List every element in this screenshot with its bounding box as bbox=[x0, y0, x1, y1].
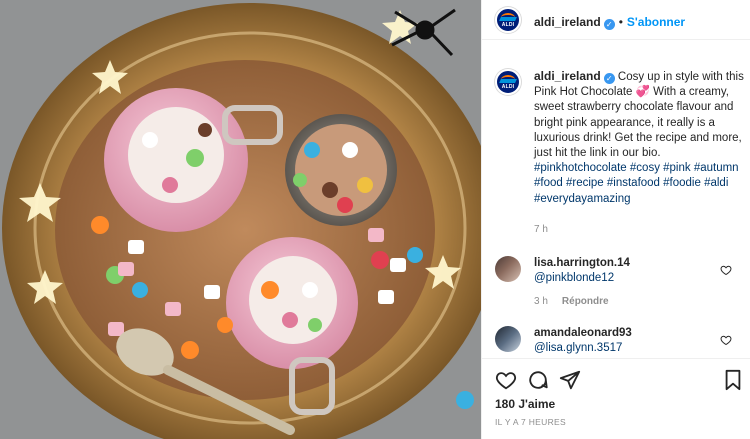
likes-count[interactable]: 180 J'aime bbox=[495, 397, 555, 411]
comment-body: lisa.harrington.14 @pinkblonde12 bbox=[534, 256, 714, 286]
comments-scroll-area[interactable]: ALDI aldi_ireland ✓ Cosy up in style with… bbox=[482, 40, 750, 358]
post-caption: aldi_ireland ✓ Cosy up in style with this… bbox=[534, 69, 744, 207]
follow-button[interactable]: S'abonner bbox=[627, 15, 685, 29]
post-image-illustration bbox=[0, 0, 481, 439]
comment-time: 3 h bbox=[534, 296, 548, 307]
comment-username[interactable]: lisa.harrington.14 bbox=[534, 257, 630, 269]
caption-avatar[interactable]: ALDI bbox=[495, 69, 521, 95]
share-icon[interactable] bbox=[559, 369, 581, 391]
account-username[interactable]: aldi_ireland bbox=[534, 15, 601, 29]
header-separator: • bbox=[618, 15, 623, 29]
heart-icon[interactable] bbox=[495, 369, 517, 391]
aldi-logo-stripe bbox=[499, 79, 517, 83]
aldi-logo-stripe bbox=[499, 17, 517, 21]
comment-mention[interactable]: @lisa.glynn.3517 bbox=[534, 341, 714, 356]
comment-icon[interactable] bbox=[527, 369, 549, 391]
aldi-logo-text: ALDI bbox=[501, 22, 515, 28]
post-sidebar: ALDI aldi_ireland ✓ • S'abonner ALDI aldi_i… bbox=[481, 0, 750, 439]
caption-text: Cosy up in style with this Pink Hot Choc… bbox=[534, 71, 744, 160]
aldi-logo-text: ALDI bbox=[501, 84, 515, 90]
verified-badge-icon: ✓ bbox=[603, 19, 615, 30]
header-row: aldi_ireland ✓ • S'abonner bbox=[534, 13, 685, 31]
comment-like-heart-icon[interactable] bbox=[720, 334, 732, 346]
reply-button[interactable]: Répondre bbox=[562, 296, 609, 307]
post-actions: 180 J'aime IL Y A 7 HEURES bbox=[482, 358, 750, 439]
comment-body: amandaleonard93 @lisa.glynn.3517 bbox=[534, 326, 714, 356]
commenter-avatar[interactable] bbox=[495, 256, 521, 282]
comment-item: lisa.harrington.14 @pinkblonde12 3 h Répo… bbox=[482, 256, 750, 316]
commenter-avatar[interactable] bbox=[495, 326, 521, 352]
comment-meta: 3 h Répondre bbox=[534, 296, 609, 307]
caption-hashtags[interactable]: #pinkhotchocolate #cosy #pink #autumn #f… bbox=[534, 162, 739, 204]
caption-username[interactable]: aldi_ireland bbox=[534, 69, 601, 83]
post-header: ALDI aldi_ireland ✓ • S'abonner bbox=[482, 0, 750, 40]
comment-like-heart-icon[interactable] bbox=[720, 264, 732, 276]
comment-username[interactable]: amandaleonard93 bbox=[534, 327, 632, 339]
verified-badge-icon: ✓ bbox=[603, 73, 615, 84]
comment-item: amandaleonard93 @lisa.glynn.3517 bbox=[482, 326, 750, 358]
account-avatar[interactable]: ALDI bbox=[495, 7, 521, 33]
posted-time: IL Y A 7 HEURES bbox=[495, 417, 566, 427]
post-image[interactable] bbox=[0, 0, 481, 439]
comment-mention[interactable]: @pinkblonde12 bbox=[534, 271, 714, 286]
save-icon[interactable] bbox=[722, 369, 744, 391]
caption-time: 7 h bbox=[534, 224, 548, 235]
